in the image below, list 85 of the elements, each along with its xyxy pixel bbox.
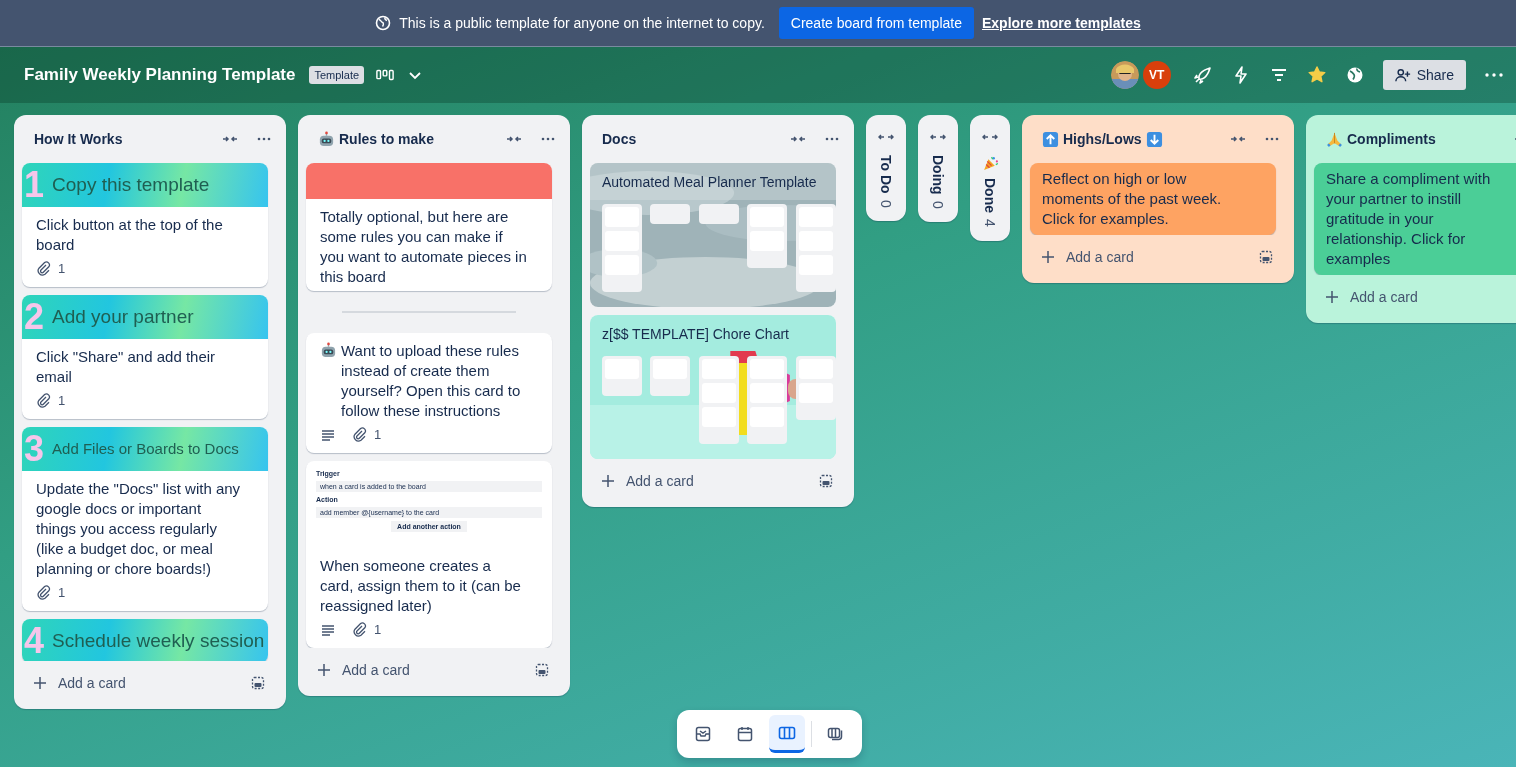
create-board-button[interactable]: Create board from template bbox=[778, 7, 974, 39]
list-title[interactable]: Docs bbox=[602, 131, 637, 147]
robot-icon bbox=[320, 342, 337, 359]
banner-text: This is a public template for anyone on the internet to copy. bbox=[399, 15, 765, 31]
explore-templates-link[interactable]: Explore more templates bbox=[982, 15, 1141, 31]
board-title[interactable]: Family Weekly Planning Template bbox=[24, 65, 296, 85]
card[interactable]: Want to upload these rules instead of create them yourself? Open this card to follow these instructions 1 bbox=[306, 333, 552, 453]
board-card[interactable]: Automated Meal Planner Template bbox=[590, 163, 836, 307]
card-text: Click button at the top of the board bbox=[36, 214, 224, 255]
card-count: 4 bbox=[982, 219, 998, 227]
card[interactable]: 4 Schedule weekly session bbox=[22, 618, 268, 661]
attachment-count: 1 bbox=[58, 391, 66, 410]
list-title[interactable]: Highs/Lows bbox=[1063, 131, 1142, 147]
board-title: Automated Meal Planner Template bbox=[590, 163, 836, 200]
card[interactable]: 1 Copy this template Click button at the top of the board 1 bbox=[22, 162, 268, 287]
card-text: Want to upload these rules instead of create them yourself? Open this card to follow these instructions bbox=[341, 341, 522, 421]
template-badge: Template bbox=[309, 66, 365, 84]
cover-title: Copy this template bbox=[52, 174, 210, 195]
switch-boards-icon bbox=[827, 725, 845, 743]
card-count: 0 bbox=[930, 200, 946, 209]
plus-icon bbox=[32, 675, 48, 691]
collapsed-list[interactable]: To Do 0 bbox=[866, 115, 906, 222]
attachment-count: 1 bbox=[374, 621, 382, 639]
member-avatar[interactable]: VT bbox=[1142, 61, 1171, 89]
board-view-button[interactable] bbox=[769, 715, 805, 753]
paperclip-icon bbox=[352, 427, 368, 443]
list-title[interactable]: Compliments bbox=[1347, 131, 1436, 147]
list-title: To Do bbox=[878, 155, 894, 194]
board-title: z[$$ TEMPLATE] Chore Chart bbox=[601, 325, 790, 344]
list-title: Doing bbox=[930, 155, 946, 195]
template-icon[interactable] bbox=[534, 662, 550, 678]
cover-title: Schedule weekly session bbox=[52, 630, 265, 651]
robot-icon bbox=[318, 130, 335, 148]
rocket-icon[interactable] bbox=[1192, 65, 1213, 85]
card-text: Click "Share" and add their email bbox=[36, 346, 217, 387]
globe-icon bbox=[375, 15, 392, 31]
cover-number: 1 bbox=[24, 162, 45, 207]
party-popper-icon bbox=[981, 155, 999, 172]
card[interactable]: Totally optional, but here are some rules you can make if you want to automate pieces in this board bbox=[306, 163, 552, 291]
collapsed-list[interactable]: Doing 0 bbox=[918, 115, 958, 223]
star-icon[interactable] bbox=[1306, 65, 1327, 85]
inbox-icon bbox=[694, 725, 712, 743]
add-card-button[interactable]: Add a card bbox=[310, 656, 416, 684]
cover-number: 2 bbox=[24, 294, 45, 339]
add-card-button[interactable]: Add a card bbox=[594, 467, 700, 495]
add-card-button[interactable]: Add a card bbox=[1034, 243, 1140, 271]
cover-title: Add Files or Boards to Docs bbox=[52, 438, 239, 459]
paperclip-icon bbox=[36, 584, 52, 601]
attachment-count: 1 bbox=[374, 426, 382, 444]
template-icon[interactable] bbox=[1258, 249, 1274, 265]
paperclip-icon bbox=[36, 392, 52, 409]
board-view-icon[interactable] bbox=[376, 67, 395, 83]
list-title[interactable]: Rules to make bbox=[339, 131, 434, 147]
plus-icon bbox=[1324, 289, 1340, 305]
add-card-button[interactable]: Add a card bbox=[26, 669, 132, 697]
paperclip-icon bbox=[352, 622, 368, 638]
plus-icon bbox=[316, 662, 332, 678]
card-count: 0 bbox=[878, 199, 894, 208]
card-text: When someone creates a card, assign them to it (can be reassigned later) bbox=[320, 556, 522, 616]
card[interactable]: 3 Add Files or Boards to Docs Update the "Docs" list with any google docs or important things you access regularly (like a budget doc, or meal planning or chore boards!) 1 bbox=[22, 426, 268, 611]
up-arrow-icon bbox=[1042, 130, 1059, 148]
add-person-icon bbox=[1394, 67, 1411, 83]
list-title[interactable]: How It Works bbox=[34, 130, 123, 147]
board-card[interactable]: z[$$ TEMPLATE] Chore Chart bbox=[590, 315, 836, 459]
calendar-icon bbox=[736, 725, 754, 743]
card[interactable]: Share a compliment with your partner to instill gratitude in your relationship. Click for examples bbox=[1314, 163, 1516, 275]
attachment-count: 1 bbox=[58, 259, 66, 278]
collapsed-list[interactable]: Done 4 bbox=[970, 115, 1010, 241]
attachment-count: 1 bbox=[58, 583, 66, 602]
cover-number: 4 bbox=[24, 618, 45, 661]
cover-number: 3 bbox=[24, 426, 45, 471]
card[interactable]: 2 Add your partner Click "Share" and add their email 1 bbox=[22, 294, 268, 419]
plus-icon bbox=[600, 473, 616, 489]
paperclip-icon bbox=[36, 260, 52, 277]
card[interactable]: Reflect on high or low moments of the past week. Click for examples. bbox=[1030, 163, 1276, 235]
praying-hands-icon bbox=[1326, 130, 1343, 148]
card-text: Totally optional, but here are some rules you can make if you want to automate pieces in this board bbox=[320, 207, 528, 287]
list-title: Done bbox=[982, 178, 998, 213]
template-icon[interactable] bbox=[818, 473, 834, 489]
share-button[interactable]: Share bbox=[1382, 60, 1466, 90]
card-text: Update the "Docs" list with any google docs or important things you access regularly (like a budget doc, or meal planning or chore boards!) bbox=[36, 478, 242, 579]
plus-icon bbox=[1040, 249, 1056, 265]
add-card-button[interactable]: Add a card bbox=[1318, 283, 1424, 311]
cover-title: Add your partner bbox=[52, 306, 194, 327]
template-icon[interactable] bbox=[250, 675, 266, 691]
